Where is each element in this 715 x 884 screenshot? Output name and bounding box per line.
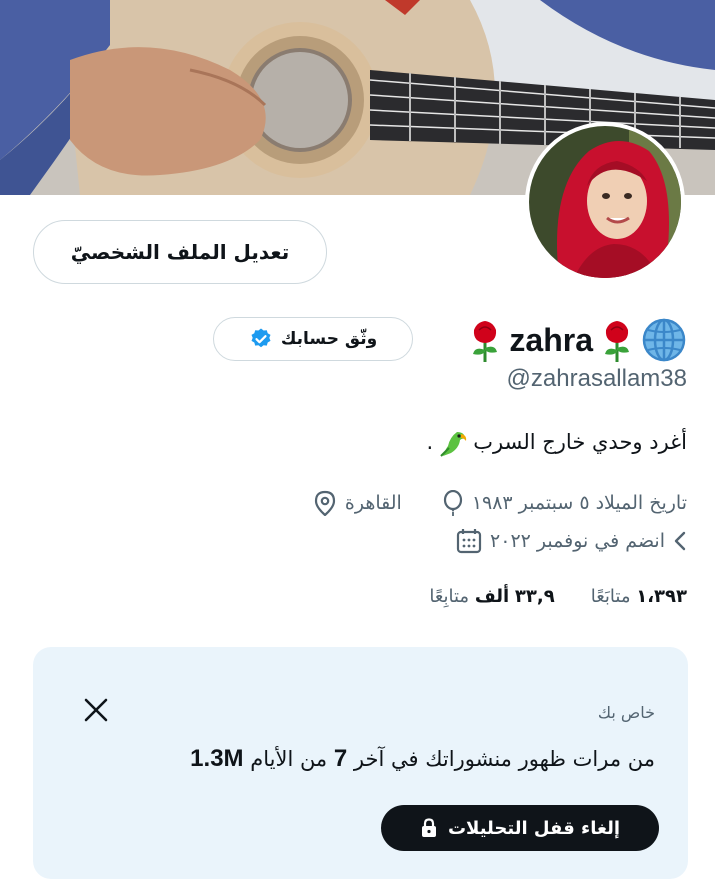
joined-text: انضم في نوفمبر ٢٠٢٢ <box>490 530 665 552</box>
analytics-card: خاص بك من مرات ظهور منشوراتك في آخر 7 من… <box>33 647 688 879</box>
lock-icon <box>421 818 436 837</box>
edit-profile-label: تعديل الملف الشخصيّ <box>70 240 290 264</box>
profile-meta-row-1: تاريخ الميلاد ٥ سبتمبر ١٩٨٣ القاهرة <box>313 490 687 516</box>
followers-label: متابِعًا <box>429 586 470 607</box>
verified-badge-icon <box>251 328 271 348</box>
following-label: متابَعًا <box>590 586 631 607</box>
display-name: zahra <box>509 321 593 358</box>
impressions-text: من مرات ظهور منشوراتك في آخر 7 من الأيام… <box>190 745 655 773</box>
close-icon <box>84 698 108 722</box>
verify-account-button[interactable]: وثّق حسابك <box>213 317 413 361</box>
private-label: خاص بك <box>597 703 655 722</box>
location-item: القاهرة <box>313 490 402 516</box>
edit-profile-button[interactable]: تعديل الملف الشخصيّ <box>33 220 327 284</box>
bio-tail: . <box>426 430 434 454</box>
parrot-icon <box>440 432 467 457</box>
close-button[interactable] <box>81 695 111 725</box>
follow-stats: ١،٣٩٣ متابَعًا ٣٣,٩ ألف متابِعًا <box>429 586 687 607</box>
chevron-left-icon <box>674 531 686 551</box>
profile-meta-row-2: انضم في نوفمبر ٢٠٢٢ <box>456 528 687 554</box>
balloon-icon <box>443 490 462 516</box>
bio-text: أغرد وحدي خارج السرب <box>473 430 687 454</box>
location-text: القاهرة <box>344 492 402 514</box>
profile-bio: أغرد وحدي خارج السرب . <box>427 426 687 458</box>
verify-account-label: وثّق حسابك <box>280 329 378 349</box>
followers-unit: ألف <box>474 586 510 607</box>
impressions-value: 1.3M <box>190 745 244 772</box>
impressions-days: 7 <box>333 745 348 772</box>
unlock-analytics-button[interactable]: إلغاء قفل التحليلات <box>381 805 659 851</box>
followers-count: ٣٣,٩ <box>514 586 555 607</box>
impressions-prefix: من مرات ظهور منشوراتك في آخر <box>353 747 655 771</box>
following-count: ١،٣٩٣ <box>636 586 687 607</box>
globe-icon <box>642 318 686 362</box>
user-handle: @zahrasallam38 <box>506 365 687 392</box>
avatar-photo <box>529 126 681 278</box>
profile-avatar[interactable] <box>525 122 685 282</box>
followers-link[interactable]: ٣٣,٩ ألف متابِعًا <box>429 586 554 607</box>
unlock-analytics-label: إلغاء قفل التحليلات <box>447 817 621 839</box>
following-link[interactable]: ١،٣٩٣ متابَعًا <box>591 586 687 607</box>
impressions-suffix: من الأيام <box>250 747 328 771</box>
birthday-text: تاريخ الميلاد ٥ سبتمبر ١٩٨٣ <box>471 492 687 514</box>
calendar-icon <box>456 529 482 554</box>
rose-icon <box>605 321 629 362</box>
display-name-row: zahra <box>469 313 687 367</box>
rose-icon <box>473 321 498 362</box>
birthday-item: تاريخ الميلاد ٥ سبتمبر ١٩٨٣ <box>442 490 687 516</box>
location-pin-icon <box>314 490 335 516</box>
joined-item: انضم في نوفمبر ٢٠٢٢ <box>456 528 687 554</box>
